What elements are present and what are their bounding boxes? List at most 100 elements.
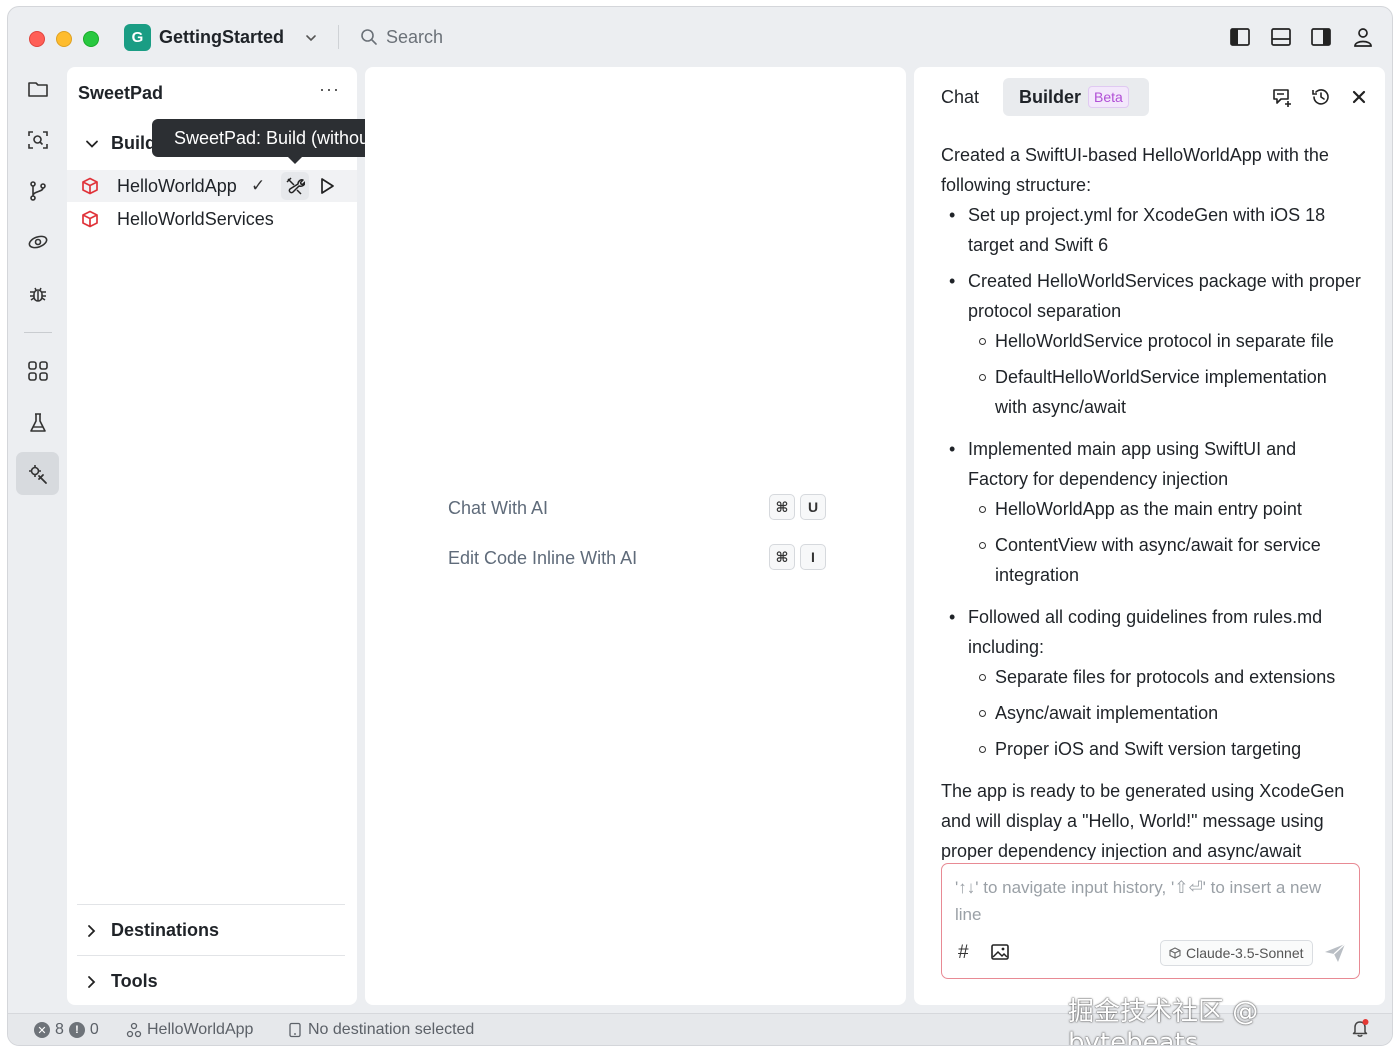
message-outro: The app is ready to be generated using X… [941, 781, 1345, 860]
testing-flask-icon[interactable] [26, 411, 50, 435]
tab-builder-label[interactable]: Builder [1019, 87, 1081, 108]
scheme-name: HelloWorldApp [147, 1021, 254, 1038]
chevron-down-icon[interactable] [304, 31, 318, 45]
tab-chat[interactable]: Chat [941, 87, 979, 108]
package-cube-icon [82, 210, 98, 228]
chevron-right-icon [88, 975, 96, 988]
sub-bullet-item: DefaultHelloWorldService implementation … [941, 362, 1361, 422]
model-name: Claude-3.5-Sonnet [1186, 945, 1304, 961]
new-chat-icon[interactable] [1271, 86, 1293, 108]
bullet-item: Set up project.yml for XcodeGen with iOS… [941, 200, 1361, 260]
shortcut-keys: ⌘ U [769, 494, 826, 520]
ai-chat-panel: Chat Builder Beta Created a SwiftUI-base… [914, 67, 1385, 1005]
selected-checkmark-icon: ✓ [251, 176, 266, 195]
shortcut-label: Chat With AI [448, 497, 549, 518]
chat-input-placeholder[interactable]: '↑↓' to navigate input history, '⇧⏎' to … [955, 874, 1350, 928]
bug-icon[interactable] [26, 282, 50, 306]
scheme-label: HelloWorldApp [117, 175, 237, 196]
build-section-header[interactable]: Build [85, 133, 156, 154]
toggle-right-sidebar-icon[interactable] [1310, 26, 1332, 48]
close-icon[interactable] [1348, 86, 1370, 108]
sub-bullet-item: Async/await implementation [941, 698, 1361, 728]
app-window: G GettingStarted Search SweetPad ··· Bui… [7, 6, 1393, 1046]
sidebar-title: SweetPad [78, 83, 164, 103]
scheme-indicator[interactable]: HelloWorldApp [126, 1021, 253, 1039]
activity-bar [8, 67, 66, 1007]
wrench-icon[interactable] [285, 176, 305, 196]
run-play-icon[interactable] [317, 176, 337, 196]
extensions-icon[interactable] [26, 359, 50, 383]
command-key: ⌘ [769, 544, 795, 570]
minimize-window-button[interactable] [56, 31, 72, 47]
account-icon[interactable] [1352, 26, 1374, 48]
run-debug-icon[interactable] [26, 230, 50, 254]
project-badge[interactable]: G [124, 24, 151, 51]
sub-bullet-item: HelloWorldService protocol in separate f… [941, 326, 1361, 356]
sub-bullet-item: HelloWorldApp as the main entry point [941, 494, 1361, 524]
destinations-section-header[interactable]: Destinations [85, 920, 219, 941]
zoom-window-button[interactable] [83, 31, 99, 47]
error-count: 8 [55, 1021, 64, 1038]
chat-input[interactable]: '↑↓' to navigate input history, '⇧⏎' to … [941, 863, 1360, 979]
shortcut-edit-code-inline[interactable]: Edit Code Inline With AI ⌘ I [448, 543, 826, 573]
more-actions-icon[interactable]: ··· [319, 79, 340, 100]
bullet-item: Created HelloWorldServices package with … [941, 266, 1361, 326]
history-icon[interactable] [1310, 86, 1332, 108]
activity-divider [24, 332, 52, 333]
explorer-icon[interactable] [26, 77, 50, 101]
section-divider [77, 955, 345, 956]
command-key: ⌘ [769, 494, 795, 520]
problems-indicator[interactable]: ✕ 8 ! 0 [34, 1021, 99, 1039]
model-cube-icon [1169, 947, 1181, 959]
toggle-left-sidebar-icon[interactable] [1229, 26, 1251, 48]
scheme-item-helloworldapp[interactable]: HelloWorldApp ✓ [67, 170, 357, 202]
close-window-button[interactable] [29, 31, 45, 47]
warning-count: 0 [89, 1021, 99, 1038]
device-icon [289, 1022, 301, 1038]
shortcut-chat-with-ai[interactable]: Chat With AI ⌘ U [448, 493, 826, 523]
title-divider [338, 25, 339, 49]
assistant-message: Created a SwiftUI-based HelloWorldApp wi… [941, 140, 1361, 860]
bullet-item: Followed all coding guidelines from rule… [941, 602, 1361, 662]
send-icon[interactable] [1323, 941, 1347, 965]
title-bar: G GettingStarted Search [8, 7, 1392, 67]
shortcut-label: Edit Code Inline With AI [448, 547, 638, 568]
build-section-label: Build [111, 133, 156, 153]
model-selector[interactable]: Claude-3.5-Sonnet [1160, 940, 1313, 966]
chevron-right-icon [88, 924, 96, 937]
beta-badge: Beta [1088, 86, 1129, 108]
source-control-icon[interactable] [26, 179, 50, 203]
destinations-label: Destinations [111, 920, 220, 940]
search-input[interactable]: Search [386, 27, 443, 48]
error-icon: ✕ [34, 1022, 50, 1038]
watermark-text: 掘金技术社区 @ bytebeats [1068, 997, 1259, 1046]
letter-key: I [800, 544, 826, 570]
editor-empty-state: Chat With AI ⌘ U Edit Code Inline With A… [365, 67, 906, 1005]
section-divider [77, 904, 345, 905]
image-upload-icon[interactable] [990, 942, 1010, 962]
tools-label: Tools [111, 971, 158, 991]
destination-indicator[interactable]: No destination selected [287, 1021, 474, 1039]
hashtag-icon[interactable]: # [958, 942, 978, 963]
sub-bullet-item: ContentView with async/await for service… [941, 530, 1361, 590]
sub-bullet-item: Proper iOS and Swift version targeting [941, 734, 1361, 764]
search-code-icon[interactable] [26, 128, 50, 152]
chevron-down-icon [86, 140, 98, 148]
scheme-label: HelloWorldServices [117, 208, 274, 229]
bullet-item: Implemented main app using SwiftUI and F… [941, 434, 1361, 494]
tools-section-header[interactable]: Tools [85, 971, 158, 992]
toggle-bottom-panel-icon[interactable] [1270, 26, 1292, 48]
sub-bullet-item: Separate files for protocols and extensi… [941, 662, 1361, 692]
warning-icon: ! [68, 1022, 85, 1038]
sweetpad-sidebar: SweetPad ··· Build HelloWorldApp ✓ Hello… [67, 67, 357, 1005]
destination-text: No destination selected [308, 1021, 475, 1038]
letter-key: U [800, 494, 826, 520]
message-intro: Created a SwiftUI-based HelloWorldApp wi… [941, 145, 1329, 195]
sweetpad-tools-icon[interactable] [26, 462, 50, 486]
project-name[interactable]: GettingStarted [159, 27, 284, 48]
shortcut-keys: ⌘ I [769, 544, 826, 570]
scheme-item-helloworldservices[interactable]: HelloWorldServices [67, 203, 357, 235]
search-icon [361, 29, 377, 45]
scheme-icon [126, 1022, 142, 1038]
tooltip-arrow [288, 157, 302, 164]
